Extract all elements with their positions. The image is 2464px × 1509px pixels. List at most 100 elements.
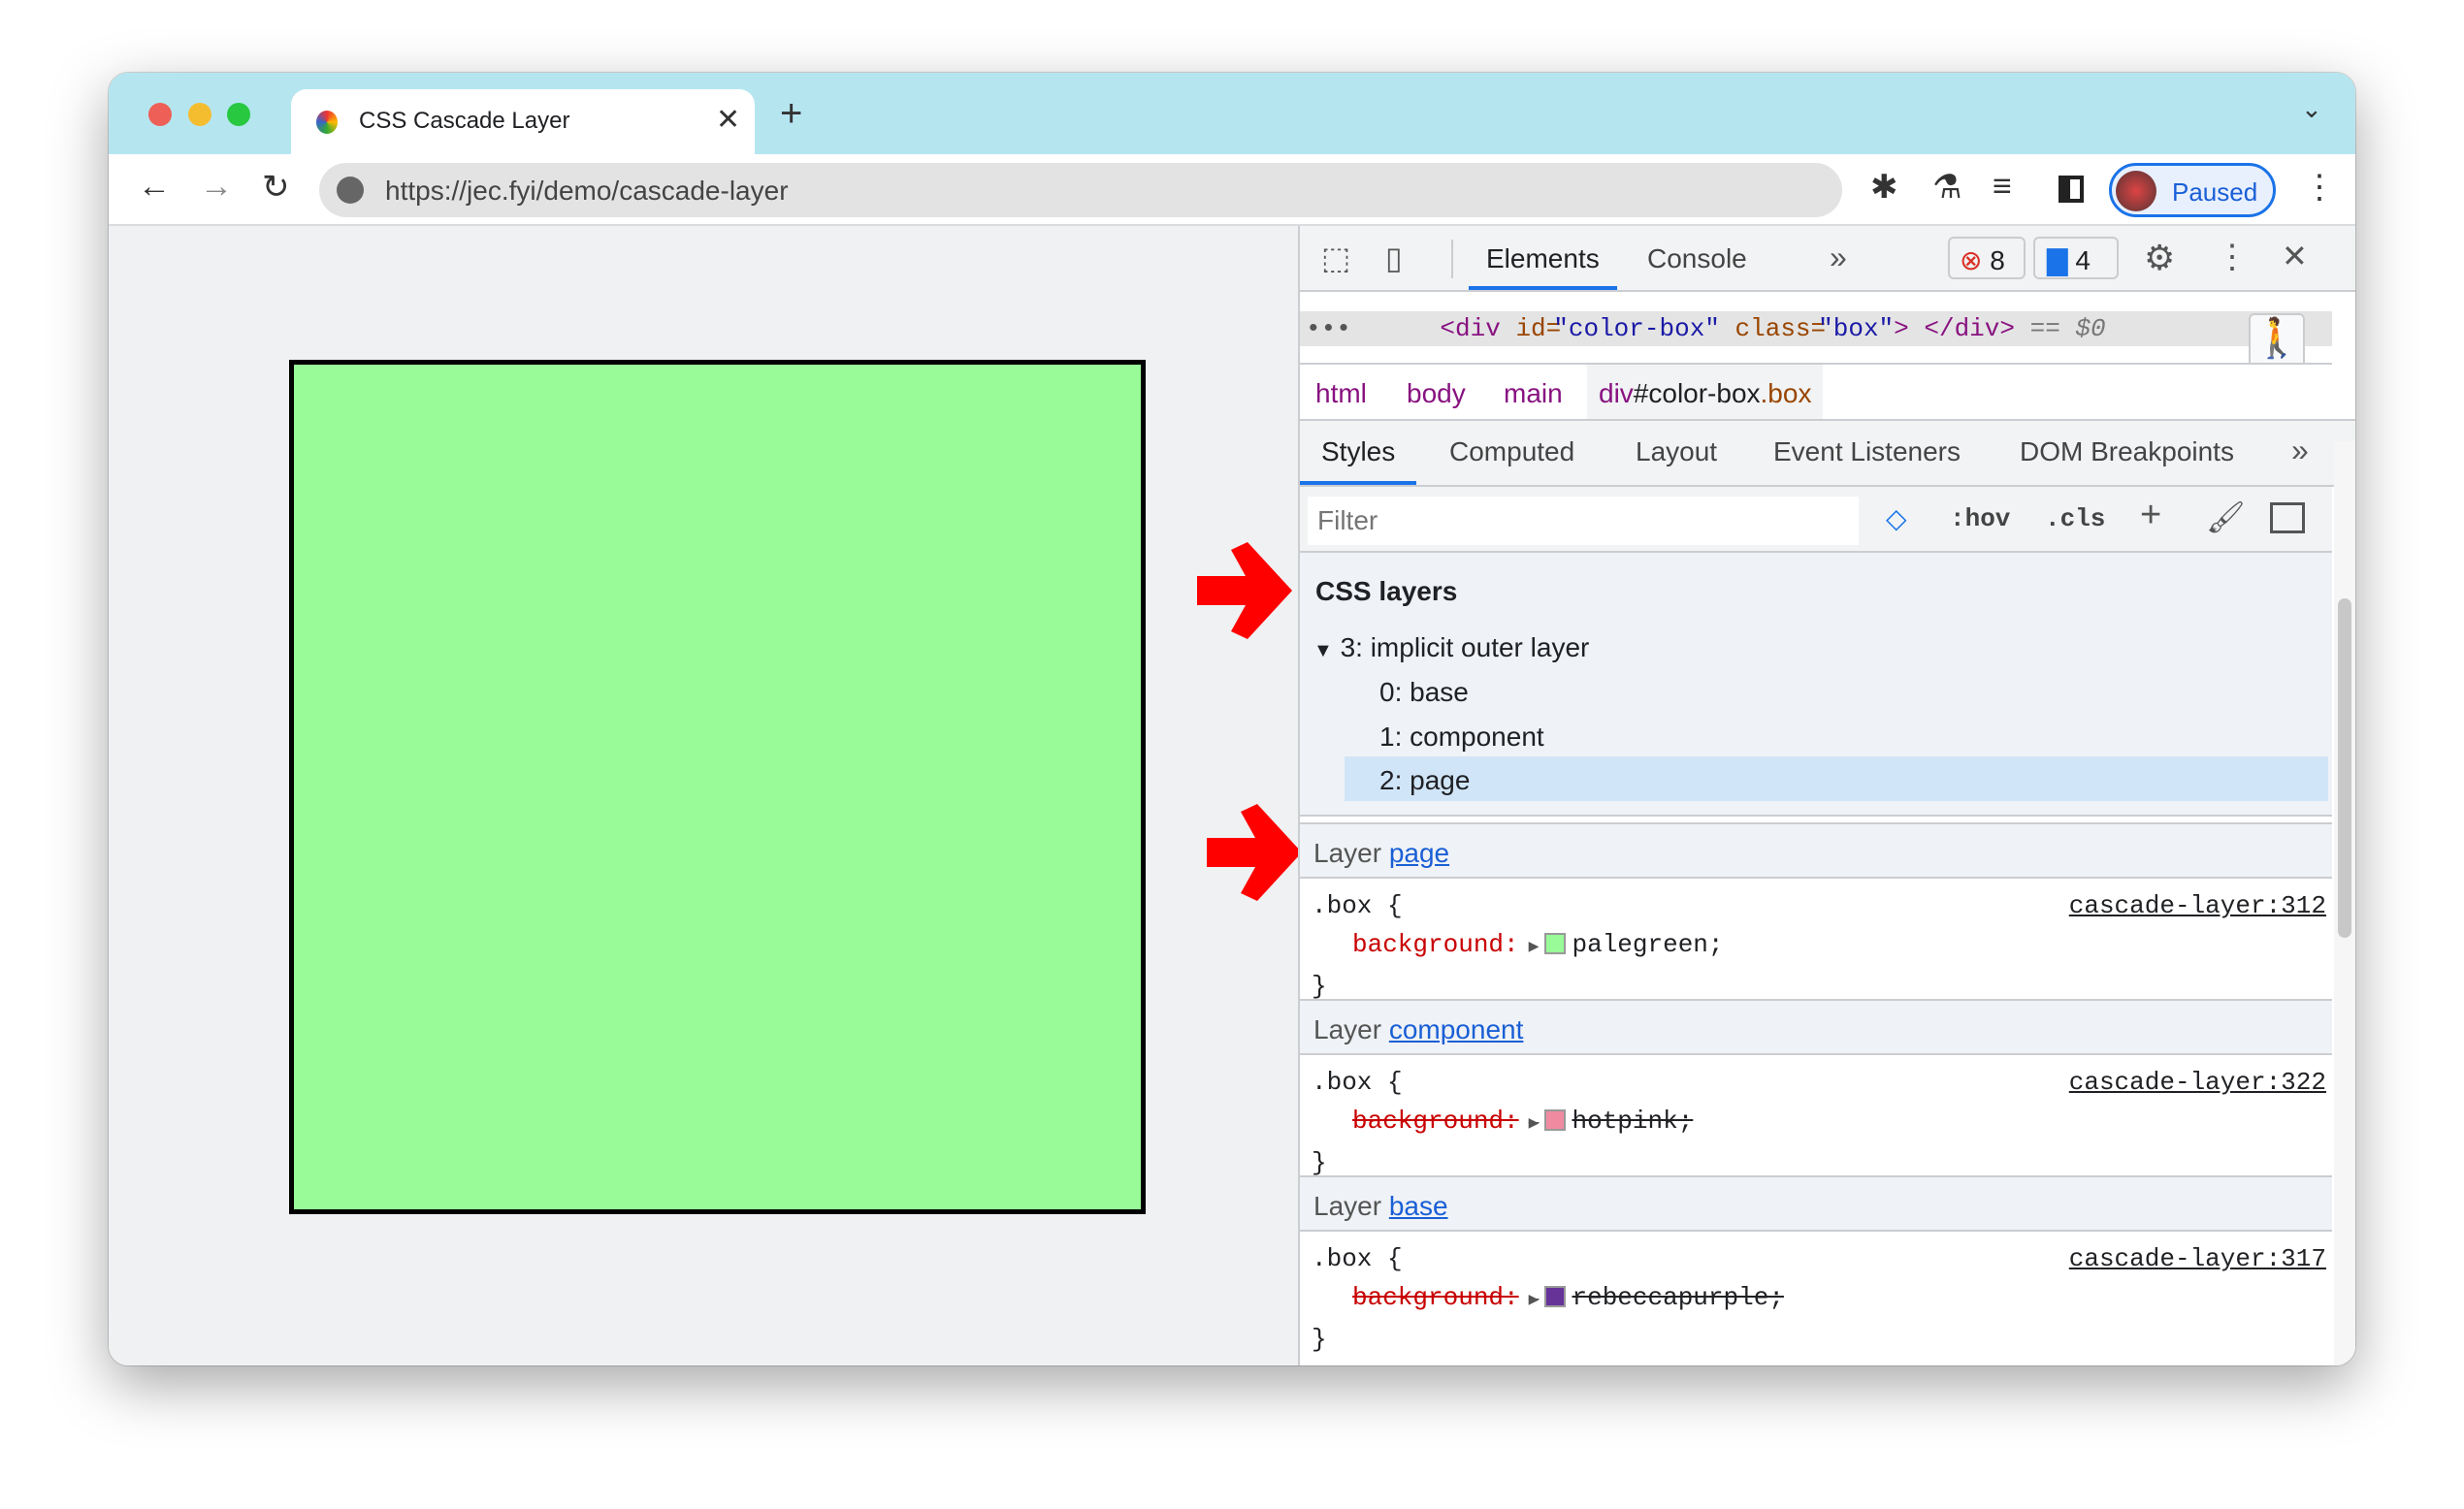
dom-tag: > — [1894, 314, 1909, 343]
layer-label: Layer — [1313, 838, 1382, 868]
cls-button[interactable]: .cls — [2045, 504, 2105, 533]
close-tab-icon[interactable]: ✕ — [716, 103, 740, 137]
crumb-class: .box — [1760, 378, 1812, 408]
minimize-window-button[interactable] — [188, 103, 211, 126]
subtab-event-listeners[interactable]: Event Listeners — [1773, 436, 1961, 467]
color-swatch[interactable] — [1544, 1286, 1567, 1307]
dom-node-selected[interactable]: ••• <div id="color-box" class="box"> </d… — [1300, 311, 2332, 346]
settings-gear-icon[interactable]: ⚙ — [2144, 238, 2175, 278]
expand-shorthand-icon[interactable]: ▶ — [1529, 1281, 1540, 1320]
browser-tab[interactable]: CSS Cascade Layer ✕ — [291, 89, 755, 154]
css-layers-section: CSS layers ▼ 3: implicit outer layer 0: … — [1300, 553, 2332, 817]
layer-label: Layer — [1313, 1191, 1382, 1221]
property-name[interactable]: background: — [1352, 1107, 1519, 1136]
browser-toolbar: ← → ↻ https://jec.fyi/demo/cascade-layer… — [109, 154, 2355, 226]
dom-end-tag: </div> — [1924, 314, 2015, 343]
breadcrumb: html body main div#color-box.box — [1300, 365, 2355, 421]
property-name[interactable]: background: — [1352, 930, 1519, 959]
layer-link[interactable]: page — [1389, 838, 1449, 868]
crumb-tag: div — [1599, 378, 1634, 408]
rule-selector[interactable]: .box { — [1312, 1244, 1403, 1273]
layer-link[interactable]: component — [1389, 1014, 1524, 1044]
error-count-badge[interactable]: ⊗ 8 — [1948, 237, 2026, 279]
scrollbar-thumb[interactable] — [2338, 598, 2351, 938]
site-info-icon[interactable] — [337, 177, 364, 204]
styles-filter-input[interactable] — [1308, 497, 1859, 545]
address-bar[interactable]: https://jec.fyi/demo/cascade-layer — [319, 163, 1842, 217]
breadcrumb-html[interactable]: html — [1315, 378, 1367, 409]
rule-close-brace: } — [1312, 972, 1327, 1001]
expand-shorthand-icon[interactable]: ▶ — [1529, 1105, 1540, 1143]
style-rule-block: Layer component .box { cascade-layer:322… — [1300, 999, 2332, 1177]
style-rule-block: Layer base .box { cascade-layer:317 back… — [1300, 1175, 2332, 1354]
divider — [1451, 240, 1453, 278]
crumb-id: #color-box — [1633, 378, 1761, 408]
rule-source-link[interactable]: cascade-layer:312 — [2069, 886, 2326, 925]
subtab-styles[interactable]: Styles — [1300, 421, 1417, 485]
close-window-button[interactable] — [148, 103, 172, 126]
subtab-dom-breakpoints[interactable]: DOM Breakpoints — [2020, 436, 2234, 467]
layer-tree-item[interactable]: 0: base — [1379, 677, 1469, 708]
message-count-badge[interactable]: ▇ 4 — [2033, 237, 2119, 279]
accessibility-icon[interactable]: 🚶 — [2249, 313, 2305, 363]
media-icon[interactable]: ≡ — [1993, 168, 2012, 206]
device-toolbar-icon[interactable]: ▯ — [1385, 240, 1403, 276]
layer-link[interactable]: base — [1389, 1191, 1448, 1221]
tab-search-chevron-icon[interactable]: ⌄ — [2301, 94, 2322, 124]
more-subtabs-icon[interactable]: » — [2291, 433, 2309, 468]
rule-source-link[interactable]: cascade-layer:322 — [2069, 1063, 2326, 1102]
breadcrumb-main[interactable]: main — [1504, 378, 1563, 409]
property-value[interactable]: rebeccapurple; — [1572, 1283, 1783, 1312]
color-swatch[interactable] — [1544, 1109, 1567, 1131]
dom-ellipsis[interactable]: ••• — [1306, 314, 1351, 343]
property-name[interactable]: background: — [1352, 1283, 1519, 1312]
subtab-computed[interactable]: Computed — [1449, 436, 1574, 467]
hov-button[interactable]: :hov — [1950, 504, 2010, 533]
layers-toggle-icon[interactable]: ◇ — [1886, 502, 1907, 534]
labs-icon[interactable]: ⚗ — [1932, 168, 1961, 207]
error-icon: ⊗ — [1960, 245, 1983, 275]
new-rule-icon[interactable]: + — [2140, 495, 2161, 536]
style-rule-block: Layer page .box { cascade-layer:312 back… — [1300, 822, 2332, 1001]
web-page — [109, 226, 1298, 1365]
favicon-icon — [316, 111, 338, 134]
side-panel-icon[interactable] — [2059, 176, 2084, 203]
layer-tree-root[interactable]: ▼ 3: implicit outer layer — [1313, 632, 1589, 663]
styles-subtabs: Styles Computed Layout Event Listeners D… — [1300, 421, 2355, 487]
inspect-element-icon[interactable]: ⬚ — [1321, 240, 1350, 276]
subtab-layout[interactable]: Layout — [1636, 436, 1717, 467]
rule-selector[interactable]: .box { — [1312, 891, 1403, 920]
extensions-icon[interactable]: ✱ — [1870, 168, 1898, 207]
dom-tag: <div — [1440, 314, 1501, 343]
toggle-sidebar-icon[interactable] — [2270, 502, 2305, 533]
breadcrumb-div[interactable]: div#color-box.box — [1587, 365, 1824, 419]
expand-shorthand-icon[interactable]: ▶ — [1529, 928, 1540, 967]
more-tabs-icon[interactable]: » — [1830, 240, 1847, 275]
style-rules: Layer page .box { cascade-layer:312 back… — [1300, 822, 2332, 1354]
layer-label: Layer — [1313, 1014, 1382, 1044]
rule-close-brace: } — [1312, 1325, 1327, 1354]
new-tab-icon[interactable]: + — [780, 92, 802, 136]
maximize-window-button[interactable] — [227, 103, 250, 126]
forward-icon[interactable]: → — [200, 168, 233, 206]
profile-button[interactable]: Paused — [2109, 163, 2276, 217]
back-icon[interactable]: ← — [138, 168, 171, 206]
paint-brush-icon[interactable]: 🖌 — [2206, 498, 2246, 535]
close-devtools-icon[interactable]: ✕ — [2282, 238, 2308, 274]
property-value[interactable]: palegreen; — [1572, 930, 1723, 959]
layer-tree-item[interactable]: 1: component — [1379, 722, 1544, 753]
tab-console[interactable]: Console — [1647, 243, 1747, 274]
rule-source-link[interactable]: cascade-layer:317 — [2069, 1239, 2326, 1278]
scrollbar[interactable] — [2334, 441, 2355, 1365]
layer-tree-item-selected[interactable]: 2: page — [1345, 756, 2328, 801]
reload-icon[interactable]: ↻ — [262, 168, 290, 207]
annotation-arrow-icon — [1207, 804, 1302, 901]
breadcrumb-body[interactable]: body — [1407, 378, 1466, 409]
expand-triangle-icon: ▼ — [1313, 640, 1333, 661]
tab-elements[interactable]: Elements — [1469, 226, 1617, 290]
rule-selector[interactable]: .box { — [1312, 1068, 1403, 1097]
property-value[interactable]: hotpink; — [1572, 1107, 1693, 1136]
kebab-icon[interactable]: ⋮ — [2303, 168, 2336, 207]
color-swatch[interactable] — [1544, 933, 1567, 954]
devtools-menu-icon[interactable]: ⋮ — [2216, 238, 2249, 276]
